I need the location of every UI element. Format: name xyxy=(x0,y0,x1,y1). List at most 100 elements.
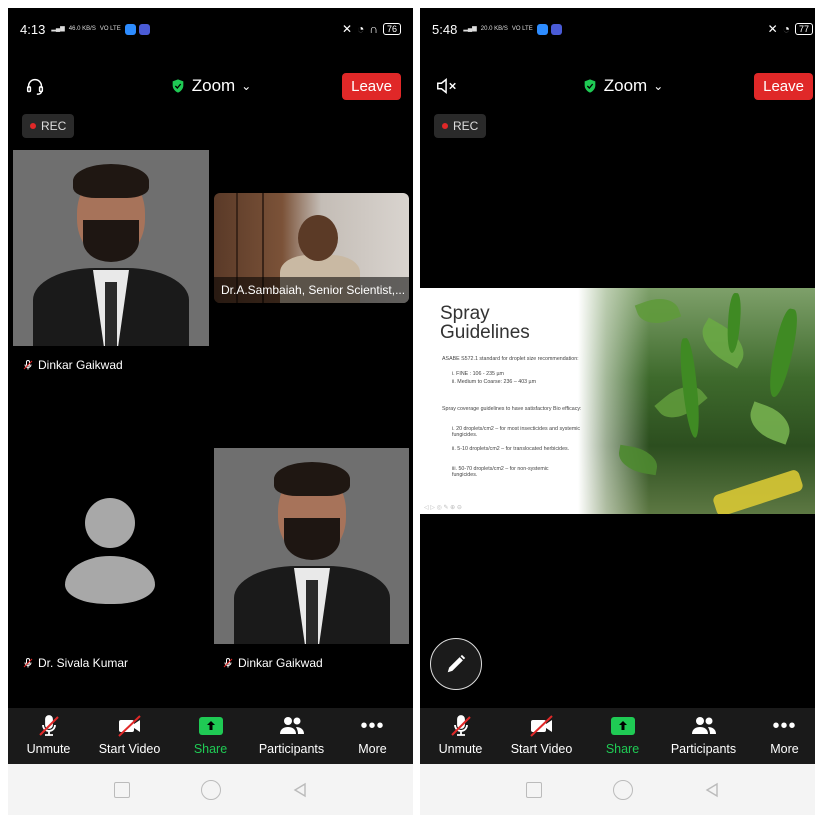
rec-label: REC xyxy=(41,119,67,133)
chevron-down-icon[interactable]: ⌄ xyxy=(653,79,663,93)
meeting-title-text[interactable]: Zoom xyxy=(604,76,647,96)
alarm-icon: ◔ xyxy=(782,22,790,36)
video-tile-dinkar-1[interactable] xyxy=(13,150,209,346)
android-nav-bar xyxy=(420,764,815,815)
rec-dot-icon xyxy=(442,123,448,129)
chevron-down-icon[interactable]: ⌄ xyxy=(241,79,251,93)
participants-button[interactable]: Participants xyxy=(253,714,331,756)
recents-nav-icon[interactable] xyxy=(113,781,130,798)
status-bar: 5:48 ▂▄▆ 20.0 KB/S VO LTE ✕ ◔ 77 xyxy=(420,8,815,50)
mic-muted-icon xyxy=(23,658,33,668)
video-tile-dinkar-2[interactable] xyxy=(214,448,409,644)
annotate-button[interactable] xyxy=(430,638,482,690)
slide-item-2: ii. Medium to Coarse: 236 – 403 µm xyxy=(452,379,537,385)
alarm-icon: ◔ xyxy=(357,22,365,36)
share-up-arrow-icon xyxy=(610,717,635,735)
app-notification-icon xyxy=(550,23,562,35)
share-button[interactable]: Share xyxy=(172,714,250,756)
mic-muted-icon xyxy=(23,360,33,370)
recents-nav-icon[interactable] xyxy=(525,781,542,798)
vibrate-icon: ✕ xyxy=(767,22,778,36)
recording-badge: REC xyxy=(22,114,75,138)
video-off-icon xyxy=(117,715,141,737)
status-bar: 4:13 ▂▄▆ 46.0 KB/S VO LTE ✕ ◔ ∩ 76 xyxy=(8,8,413,50)
participant-name: Dr.A.Sambaiah, Senior Scientist,... xyxy=(214,277,409,303)
leave-button[interactable]: Leave xyxy=(342,72,401,100)
more-dots-icon: ••• xyxy=(772,715,797,737)
meeting-toolbar: Unmute Start Video Share Participants ••… xyxy=(420,708,815,764)
meeting-title-text[interactable]: Zoom xyxy=(192,76,235,96)
net-speed: 20.0 KB/S xyxy=(480,26,508,32)
avatar-head-icon xyxy=(85,498,135,548)
battery-icon: 77 xyxy=(794,23,813,35)
speaker-muted-icon[interactable] xyxy=(432,71,462,101)
slide-title: Spray Guidelines xyxy=(440,303,530,343)
unmute-button[interactable]: Unmute xyxy=(10,714,88,756)
mic-muted-icon xyxy=(450,715,471,736)
participant-name: Dinkar Gaikwad xyxy=(238,656,323,670)
meeting-top-bar: Zoom ⌄ Leave xyxy=(420,68,815,104)
participants-button[interactable]: Participants xyxy=(665,714,743,756)
app-notification-icon xyxy=(138,23,150,35)
battery-icon: 76 xyxy=(382,23,401,35)
signal-icon: ▂▄▆ xyxy=(51,26,65,32)
android-nav-bar xyxy=(8,764,413,815)
share-button[interactable]: Share xyxy=(584,714,662,756)
more-dots-icon: ••• xyxy=(360,715,385,737)
chili-plant-photo xyxy=(578,288,815,514)
participant-name: Dinkar Gaikwad xyxy=(38,358,123,372)
leave-button[interactable]: Leave xyxy=(754,72,813,100)
meeting-top-bar: Zoom ⌄ Leave xyxy=(8,68,413,104)
status-time: 4:13 xyxy=(20,21,46,37)
slide-item-1: i. FINE : 106 - 235 µm xyxy=(452,371,504,377)
vibrate-icon: ✕ xyxy=(342,22,353,36)
tile-label-dinkar-2: Dinkar Gaikwad xyxy=(222,656,323,670)
back-nav-icon[interactable] xyxy=(292,782,308,798)
recording-badge: REC xyxy=(434,114,487,138)
participant-video xyxy=(214,448,409,644)
home-nav-icon[interactable] xyxy=(612,779,633,800)
slide-coverage-1: i. 20 droplets/cm2 – for most insecticid… xyxy=(452,426,581,439)
pen-icon xyxy=(447,654,466,673)
slide-coverage-2: ii. 5-10 droplets/cm2 – for translocated… xyxy=(452,446,570,452)
back-nav-icon[interactable] xyxy=(704,782,720,798)
mic-muted-icon xyxy=(38,715,59,736)
start-video-button[interactable]: Start Video xyxy=(503,714,581,756)
share-up-arrow-icon xyxy=(198,717,223,735)
net-tag: VO LTE xyxy=(511,26,533,32)
slide-coverage-3: iii. 50-70 droplets/cm2 – for non-system… xyxy=(452,466,549,479)
headphones-icon: ∩ xyxy=(369,22,378,36)
home-nav-icon[interactable] xyxy=(200,779,221,800)
video-off-icon xyxy=(529,715,553,737)
net-speed: 46.0 KB/S xyxy=(68,26,96,32)
avatar-body-icon xyxy=(65,556,155,604)
video-tile-sambaiah[interactable]: Dr.A.Sambaiah, Senior Scientist,... xyxy=(214,193,409,303)
signal-icon: ▂▄▆ xyxy=(463,26,477,32)
unmute-button[interactable]: Unmute xyxy=(422,714,500,756)
meeting-toolbar: Unmute Start Video Share Participants ••… xyxy=(8,708,413,764)
start-video-button[interactable]: Start Video xyxy=(91,714,169,756)
rec-label: REC xyxy=(453,119,479,133)
participant-video xyxy=(13,150,209,346)
rec-dot-icon xyxy=(30,123,36,129)
avatar-tile-sivala[interactable] xyxy=(13,458,209,654)
slide-control-icons: ◁ ▷ ◎ ✎ ⊕ ⊖ xyxy=(424,505,462,511)
participants-icon xyxy=(691,717,716,734)
tile-label-dinkar-1: Dinkar Gaikwad xyxy=(22,358,123,372)
status-time: 5:48 xyxy=(432,21,458,37)
net-tag: VO LTE xyxy=(99,26,121,32)
slide-coverage: Spray coverage guidelines to have satisf… xyxy=(442,406,582,412)
shared-screen-slide[interactable]: Spray Guidelines ASABE S572.1 standard f… xyxy=(420,288,815,514)
mic-muted-icon xyxy=(223,658,233,668)
shield-check-icon xyxy=(172,79,184,93)
more-button[interactable]: ••• More xyxy=(334,714,412,756)
slide-intro: ASABE S572.1 standard for droplet size r… xyxy=(442,356,579,362)
participants-icon xyxy=(279,717,304,734)
phone-screen-left: 4:13 ▂▄▆ 46.0 KB/S VO LTE ✕ ◔ ∩ 76 Zoom … xyxy=(8,8,413,815)
headset-icon[interactable] xyxy=(20,71,50,101)
more-button[interactable]: ••• More xyxy=(746,714,815,756)
zoom-notification-icon xyxy=(536,23,548,35)
shield-check-icon xyxy=(584,79,596,93)
participant-name: Dr. Sivala Kumar xyxy=(38,656,129,670)
zoom-notification-icon xyxy=(124,23,136,35)
